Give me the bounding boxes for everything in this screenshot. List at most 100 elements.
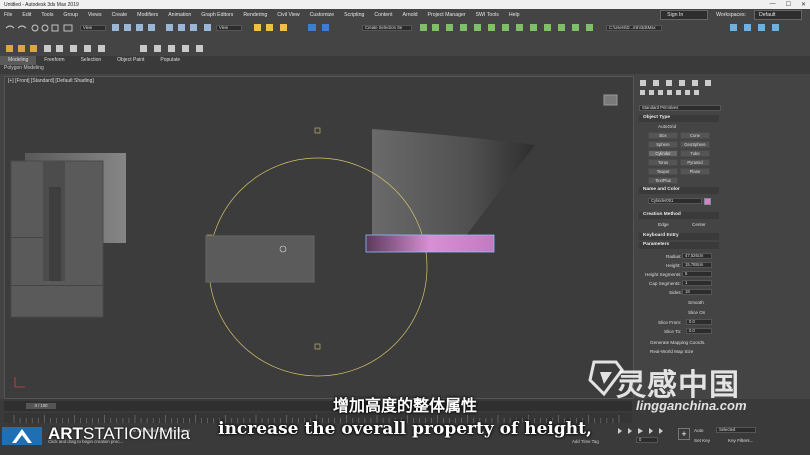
helper-icon	[70, 45, 77, 52]
align-icon	[432, 24, 439, 31]
menu-file[interactable]: File	[4, 12, 12, 18]
create-selection-set-field[interactable]: Create Selection Se	[362, 25, 412, 31]
sides-field[interactable]: 18	[682, 289, 712, 295]
workspaces-select[interactable]: Default	[754, 10, 802, 20]
rect-selection-icon	[136, 24, 143, 31]
command-panel: Standard Primitives Object Type AutoGrid…	[636, 76, 810, 399]
subtitle-english: increase the overall property of height,	[218, 419, 592, 439]
snap-icon	[254, 24, 261, 31]
menu-modifiers[interactable]: Modifiers	[137, 12, 158, 18]
motion-tab-icon	[679, 80, 685, 86]
maximize-button[interactable]: ☐	[786, 1, 791, 8]
menu-customize[interactable]: Customize	[310, 12, 335, 18]
sphere-button[interactable]: Sphere	[648, 141, 678, 148]
torus-button[interactable]: Torus	[648, 159, 678, 166]
display-tab-icon	[692, 80, 698, 86]
slice-to-field[interactable]: 0.0	[686, 328, 712, 334]
tab-freeform[interactable]: Freeform	[36, 56, 72, 65]
brush-icon	[140, 45, 147, 52]
menu-civil-view[interactable]: Civil View	[277, 12, 299, 18]
menu-create[interactable]: Create	[112, 12, 128, 18]
close-button[interactable]: ✕	[801, 1, 806, 8]
left-cabinet-object	[10, 153, 126, 318]
menu-edit[interactable]: Edit	[22, 12, 31, 18]
secondary-toolbar	[0, 42, 810, 56]
toggle-scene-explorer-icon	[730, 24, 737, 31]
real-world-map-checkbox[interactable]: Real-World Map Size	[650, 349, 693, 354]
sign-in-button[interactable]: Sign In	[660, 10, 709, 20]
slice-to-label: Slice To:	[664, 329, 682, 334]
keyboard-entry-rollout[interactable]: Keyboard Entry	[639, 233, 719, 240]
smooth-checkbox[interactable]: Smooth	[688, 300, 704, 305]
teapot-button[interactable]: Teapot	[648, 168, 678, 175]
mirror-icon	[420, 24, 427, 31]
cone-button[interactable]: Cone	[680, 132, 710, 139]
tab-selection[interactable]: Selection	[73, 56, 110, 65]
geosphere-button[interactable]: GeoSphere	[680, 141, 710, 148]
tube-button[interactable]: Tube	[680, 150, 710, 157]
toggle-layer-icon	[744, 24, 751, 31]
menu-graph-editors[interactable]: Graph Editors	[201, 12, 233, 18]
camera-icon	[56, 45, 63, 52]
generate-mapping-checkbox[interactable]: Generate Mapping Coords.	[650, 340, 705, 345]
height-label: Height:	[666, 263, 681, 268]
link-icon	[31, 24, 39, 32]
edge-radio[interactable]: Edge	[658, 222, 669, 227]
object-color-swatch[interactable]	[704, 198, 711, 205]
parameters-rollout[interactable]: Parameters	[639, 242, 719, 249]
cap-segments-field[interactable]: 1	[682, 280, 712, 286]
geometry-icon	[640, 90, 645, 95]
pyramid-button[interactable]: Pyramid	[680, 159, 710, 166]
menu-rendering[interactable]: Rendering	[243, 12, 267, 18]
select-by-name-icon	[124, 24, 131, 31]
ribbon-tabs: Modeling Freeform Selection Object Paint…	[0, 56, 810, 65]
project-path-field[interactable]: C:\Users\D...mln\3dsMax	[606, 25, 662, 31]
menu-project-manager[interactable]: Project Manager	[428, 12, 466, 18]
tab-populate[interactable]: Populate	[152, 56, 188, 65]
height-segments-field[interactable]: 5	[682, 271, 712, 277]
slice-from-field[interactable]: 0.0	[686, 319, 712, 325]
angle-snap-icon	[266, 24, 273, 31]
menu-animation[interactable]: Animation	[168, 12, 191, 18]
creation-method-rollout[interactable]: Creation Method	[639, 212, 719, 219]
textplus-button[interactable]: TextPlus	[648, 177, 678, 184]
plane-button[interactable]: Plane	[680, 168, 710, 175]
box-button[interactable]: Box	[648, 132, 678, 139]
cylinder-button[interactable]: Cylinder	[648, 150, 678, 157]
menu-views[interactable]: Views	[88, 12, 102, 18]
menu-scripting[interactable]: Scripting	[344, 12, 364, 18]
minimize-button[interactable]: —	[770, 1, 776, 8]
height-field[interactable]: 15.788cm	[682, 262, 712, 268]
space-warps-icon	[685, 90, 690, 95]
front-viewport[interactable]: [+] [Front] [Standard] [Default Shading]	[4, 76, 634, 399]
graphite-icon	[460, 24, 467, 31]
menu-tools[interactable]: Tools	[41, 12, 53, 18]
toolbar-icons	[5, 24, 779, 32]
add-time-tag-button[interactable]: Add Time Tag	[572, 439, 599, 444]
selection-filter-select[interactable]: View	[80, 25, 106, 31]
menu-arnold[interactable]: Arnold	[403, 12, 418, 18]
modify-tab-icon	[653, 80, 659, 86]
bind-icon	[51, 24, 59, 32]
tab-object-paint[interactable]: Object Paint	[109, 56, 152, 65]
menu-swi-tools[interactable]: SWI Tools	[476, 12, 499, 18]
ribbon-subpanel[interactable]: Polygon Modeling	[0, 65, 810, 74]
window-title: Untitled - Autodesk 3ds Max 2019	[4, 1, 79, 8]
center-radio[interactable]: Center	[692, 222, 706, 227]
scale-icon	[190, 24, 197, 31]
menu-help[interactable]: Help	[509, 12, 520, 18]
render-cloud-icon	[558, 24, 565, 31]
box-icon	[6, 45, 13, 52]
reference-coord-select[interactable]: View	[216, 25, 242, 31]
object-type-rollout[interactable]: Object Type	[639, 115, 719, 122]
menu-group[interactable]: Group	[63, 12, 77, 18]
object-name-field[interactable]: Cylinder001	[648, 198, 702, 204]
name-color-rollout[interactable]: Name and Color	[639, 187, 719, 194]
menu-content[interactable]: Content	[374, 12, 392, 18]
radius-field[interactable]: 47.526cm	[682, 253, 712, 259]
slice-on-checkbox[interactable]: Slice On	[688, 310, 705, 315]
primitive-type-select[interactable]: Standard Primitives	[639, 105, 721, 111]
tab-modeling[interactable]: Modeling	[0, 56, 37, 65]
autogrid-checkbox[interactable]: AutoGrid	[658, 124, 676, 129]
placement-icon	[204, 24, 211, 31]
